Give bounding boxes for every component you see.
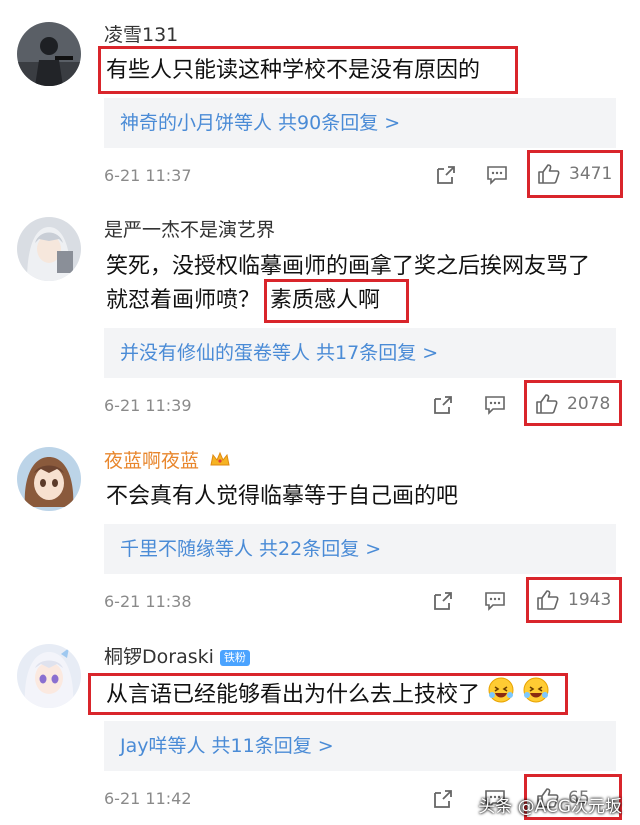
username[interactable]: 凌雪131	[104, 20, 178, 47]
username[interactable]: 桐锣Doraski 铁粉	[104, 642, 250, 669]
highlight-box	[524, 380, 622, 426]
highlight-box	[526, 577, 622, 623]
comment-icon[interactable]	[484, 590, 506, 612]
avatar[interactable]	[17, 22, 81, 86]
username[interactable]: 是严一杰不是演艺界	[104, 215, 275, 242]
highlight-box	[88, 673, 568, 715]
replies-link[interactable]: 并没有修仙的蛋卷等人 共17条回复 >	[104, 328, 616, 378]
replies-link[interactable]: 千里不随缘等人 共22条回复 >	[104, 524, 616, 574]
avatar[interactable]	[17, 644, 81, 708]
share-icon[interactable]	[432, 590, 454, 612]
replies-link[interactable]: Jay咩等人 共11条回复 >	[104, 721, 616, 771]
share-icon[interactable]	[432, 788, 454, 810]
share-icon[interactable]	[432, 394, 454, 416]
crown-icon	[209, 450, 231, 473]
comment-icon[interactable]	[486, 164, 508, 186]
username-text: 桐锣Doraski	[104, 646, 214, 668]
avatar[interactable]	[17, 217, 81, 281]
username-text: 夜蓝啊夜蓝	[104, 450, 200, 472]
highlight-box	[527, 150, 623, 198]
highlight-box	[264, 279, 409, 323]
comment-text-part: 就怼着画师喷？	[106, 288, 261, 313]
avatar[interactable]	[17, 447, 81, 511]
timestamp: 6-21 11:38	[104, 592, 192, 611]
timestamp: 6-21 11:39	[104, 396, 192, 415]
fan-badge: 铁粉	[219, 649, 250, 666]
comment-icon[interactable]	[484, 394, 506, 416]
watermark: 头条 @ACG次元坂	[478, 797, 622, 817]
username[interactable]: 夜蓝啊夜蓝	[104, 446, 231, 473]
timestamp: 6-21 11:42	[104, 789, 192, 808]
share-icon[interactable]	[435, 164, 457, 186]
replies-link[interactable]: 神奇的小月饼等人 共90条回复 >	[104, 98, 616, 148]
comment-text: 不会真有人觉得临摹等于自己画的吧	[106, 484, 459, 509]
highlight-box	[98, 46, 518, 94]
timestamp: 6-21 11:37	[104, 166, 192, 185]
